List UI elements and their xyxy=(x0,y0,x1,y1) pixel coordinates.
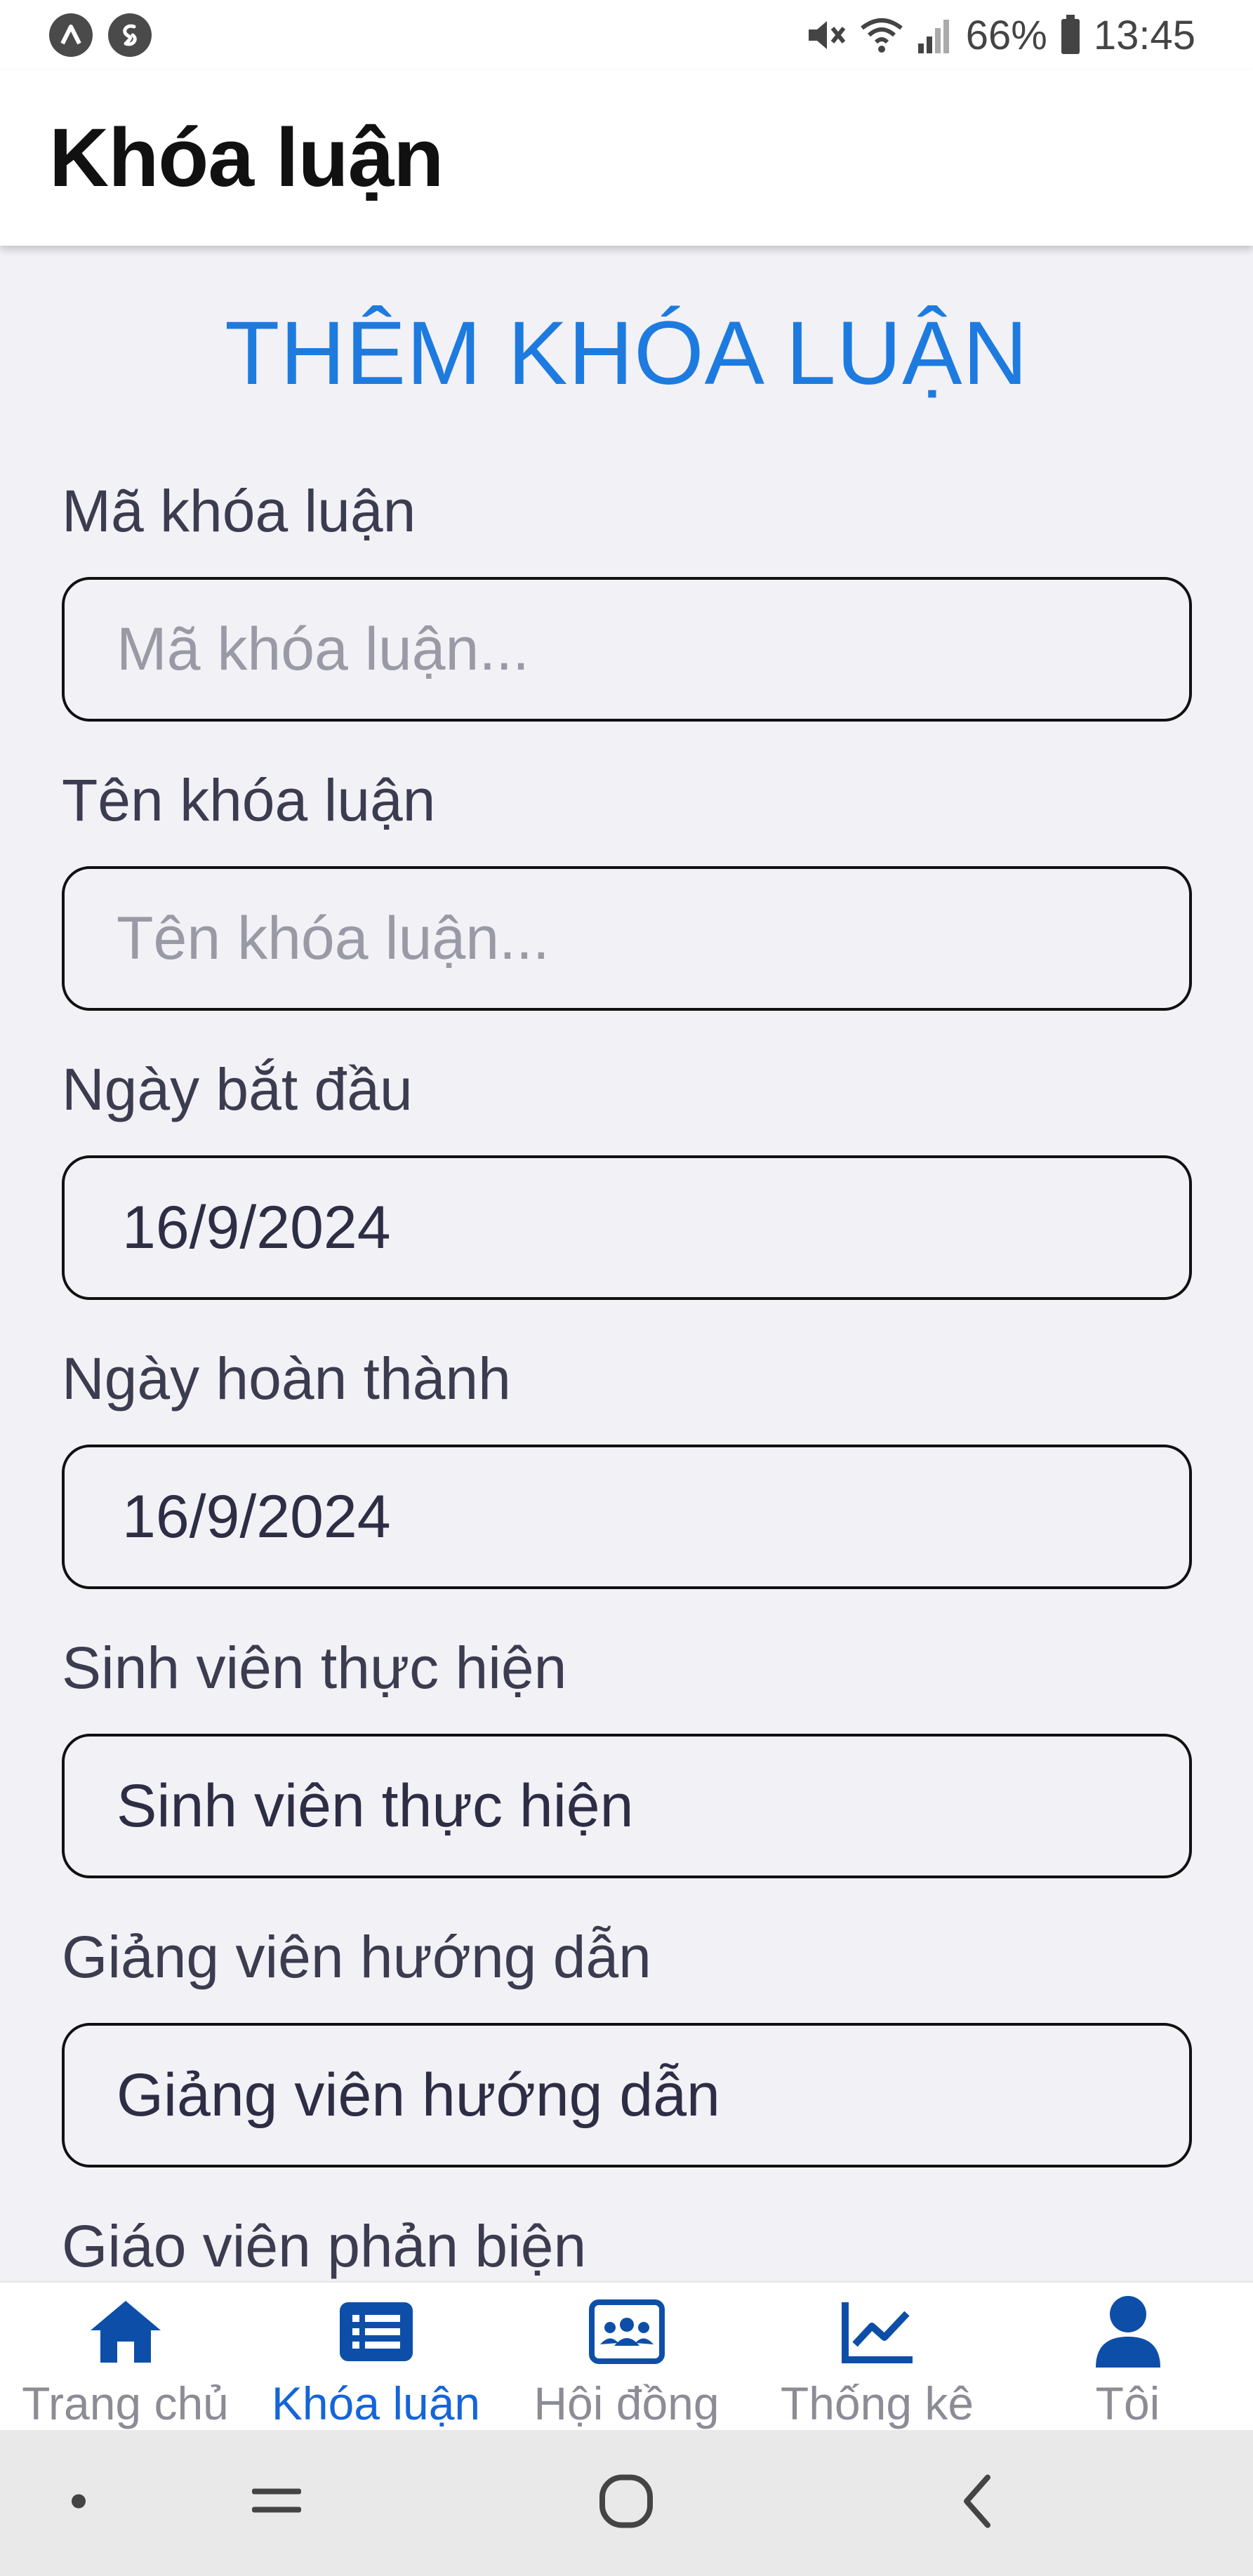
page-title: Khóa luận xyxy=(49,112,444,204)
a-circle-icon xyxy=(49,13,93,57)
advisor-label: Giảng viên hướng dẫn xyxy=(62,1924,651,1990)
start-date-picker[interactable]: 16/9/2024 xyxy=(62,1155,1192,1300)
chart-icon xyxy=(837,2292,918,2371)
student-label: Sinh viên thực hiện xyxy=(62,1635,567,1701)
nav-item-stats[interactable]: Thống kê xyxy=(752,2283,1002,2430)
reviewer-label: Giáo viên phản biện xyxy=(62,2213,587,2279)
dot-icon[interactable] xyxy=(69,2492,88,2514)
thesis-name-input[interactable] xyxy=(117,903,1189,974)
recent-apps-icon[interactable] xyxy=(251,2485,303,2522)
shazam-icon xyxy=(108,13,152,57)
system-nav-bar xyxy=(0,2430,1253,2576)
nav-item-me[interactable]: Tôi xyxy=(1002,2283,1253,2430)
battery-icon xyxy=(1060,15,1081,55)
screen: 66% 13:45 Khóa luận THÊM KHÓA LUẬN Mã kh… xyxy=(0,0,1253,2576)
group-icon xyxy=(586,2292,668,2371)
end-date-picker[interactable]: 16/9/2024 xyxy=(62,1445,1192,1589)
clock: 13:45 xyxy=(1093,12,1195,58)
nav-item-thesis[interactable]: Khóa luận xyxy=(251,2283,501,2430)
student-select[interactable]: Sinh viên thực hiện xyxy=(62,1734,1192,1878)
status-bar: 66% 13:45 xyxy=(0,0,1253,70)
advisor-select[interactable]: Giảng viên hướng dẫn xyxy=(62,2023,1192,2167)
app-header: Khóa luận xyxy=(0,70,1253,246)
thesis-code-input[interactable] xyxy=(117,614,1189,684)
home-icon xyxy=(85,2292,166,2371)
status-right: 66% 13:45 xyxy=(804,12,1195,59)
form-title: THÊM KHÓA LUẬN xyxy=(225,303,1028,404)
nav-item-home[interactable]: Trang chủ xyxy=(0,2283,251,2430)
nav-label-home: Trang chủ xyxy=(22,2377,229,2429)
home-button-icon[interactable] xyxy=(598,2474,654,2533)
thesis-name-label: Tên khóa luận xyxy=(62,767,436,833)
back-icon[interactable] xyxy=(960,2474,995,2533)
start-date-label: Ngày bắt đầu xyxy=(62,1056,413,1122)
thesis-code-label: Mã khóa luận xyxy=(62,478,416,544)
status-left xyxy=(49,13,152,57)
nav-label-thesis: Khóa luận xyxy=(271,2377,481,2429)
form-content[interactable]: THÊM KHÓA LUẬN Mã khóa luận Tên khóa luậ… xyxy=(0,246,1253,2281)
nav-label-council: Hội đồng xyxy=(533,2377,720,2429)
start-date-value: 16/9/2024 xyxy=(122,1193,391,1261)
signal-icon xyxy=(917,15,953,55)
nav-label-me: Tôi xyxy=(1095,2377,1160,2429)
student-select-value: Sinh viên thực hiện xyxy=(117,1772,634,1840)
wifi-icon xyxy=(859,15,904,55)
list-icon xyxy=(336,2292,417,2371)
nav-label-stats: Thống kê xyxy=(780,2377,974,2429)
bottom-nav: Trang chủ Khóa luận Hội đồng Thống kê Tô… xyxy=(0,2281,1253,2430)
thesis-name-field[interactable] xyxy=(62,866,1192,1011)
advisor-select-value: Giảng viên hướng dẫn xyxy=(117,2061,720,2129)
end-date-label: Ngày hoàn thành xyxy=(62,1346,511,1412)
mute-icon xyxy=(804,15,847,55)
end-date-value: 16/9/2024 xyxy=(122,1482,391,1551)
battery-percent: 66% xyxy=(965,12,1047,58)
person-icon xyxy=(1087,2292,1169,2371)
thesis-code-field[interactable] xyxy=(62,577,1192,722)
nav-item-council[interactable]: Hội đồng xyxy=(501,2283,752,2430)
